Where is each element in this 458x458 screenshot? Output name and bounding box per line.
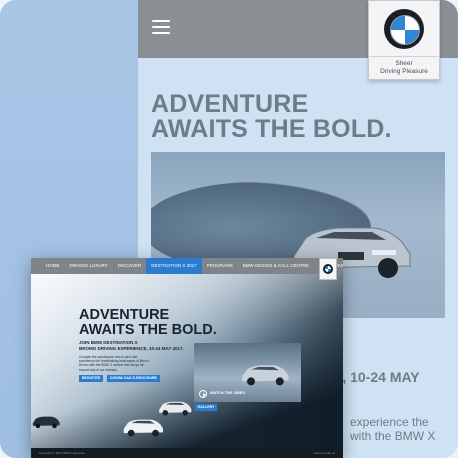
nav-item-home[interactable]: HOME [41,258,65,274]
hamburger-menu-icon[interactable] [152,20,170,34]
car-image-1 [32,416,60,429]
logo-caption: Sheer Driving Pleasure [369,57,439,76]
desktop-paragraph: Conquer the spectacular sea of sand and … [79,355,174,372]
nav-item-destination-x[interactable]: DESTINATION X 2017 [146,258,202,274]
bmw-logo-icon [384,8,424,49]
desktop-headline-line2: AWAITS THE BOLD. [79,321,217,338]
desktop-nav: HOME DRIVING LUXURY DISCOVER DESTINATION… [31,258,343,274]
suv-car-image [242,365,289,386]
bmw-logo-card[interactable]: Sheer Driving Pleasure [368,0,440,80]
showcase-stage: Sheer Driving Pleasure ADVENTURE AWAITS … [0,0,458,458]
footer-copyright: Copyright © 2017 BMW Indonesia [39,451,85,455]
nav-item-driving-luxury[interactable]: DRIVING LUXURY [65,258,113,274]
desktop-subheading-line1: JOIN BMW DESTINATION X [79,340,138,345]
watch-video-label[interactable]: WATCH THE VIDEO [210,391,245,395]
footer-social[interactable]: Connect with us [314,451,335,455]
download-brochure-button[interactable]: DOWNLOAD E-BROCHURE [107,375,160,382]
mobile-headline: ADVENTURE AWAITS THE BOLD. [151,92,392,142]
car-image-3 [159,401,192,416]
mobile-body-line2: with the BMW X [350,429,436,443]
mobile-headline-line2: AWAITS THE BOLD. [151,115,392,143]
mobile-date-text: E, 10-24 MAY [333,369,420,385]
mobile-body-line1: experience the [350,415,429,429]
desktop-headline: ADVENTURE AWAITS THE BOLD. [79,308,217,337]
desktop-subheading-line2: BROMO DRIVING EXPERIENCE, 10-24 MAY 2017… [79,346,184,351]
bmw-logo-icon [323,264,333,274]
nav-item-design-call-centre[interactable]: BMW DESIGN & CALL CENTRE [238,258,314,274]
desktop-mockup: HOME DRIVING LUXURY DISCOVER DESTINATION… [31,258,343,458]
desktop-bmw-logo[interactable] [319,258,337,280]
logo-caption-line2: Driving Pleasure [380,67,428,75]
desktop-footer: Copyright © 2017 BMW Indonesia Connect w… [31,448,343,458]
mobile-headline-line1: ADVENTURE [151,90,309,118]
register-button[interactable]: REGISTER [79,375,103,382]
logo-caption-line1: Sheer [395,60,413,67]
paragraph-line: beyond any of our ordinary. [79,367,118,372]
play-icon[interactable] [199,390,207,398]
video-thumbnail[interactable]: WATCH THE VIDEO [194,343,301,402]
desktop-headline-line1: ADVENTURE [79,307,170,323]
nav-item-discover[interactable]: DISCOVER [113,258,147,274]
gallery-button[interactable]: GALLERY [195,404,217,411]
nav-item-programs[interactable]: PROGRAMS [202,258,238,274]
